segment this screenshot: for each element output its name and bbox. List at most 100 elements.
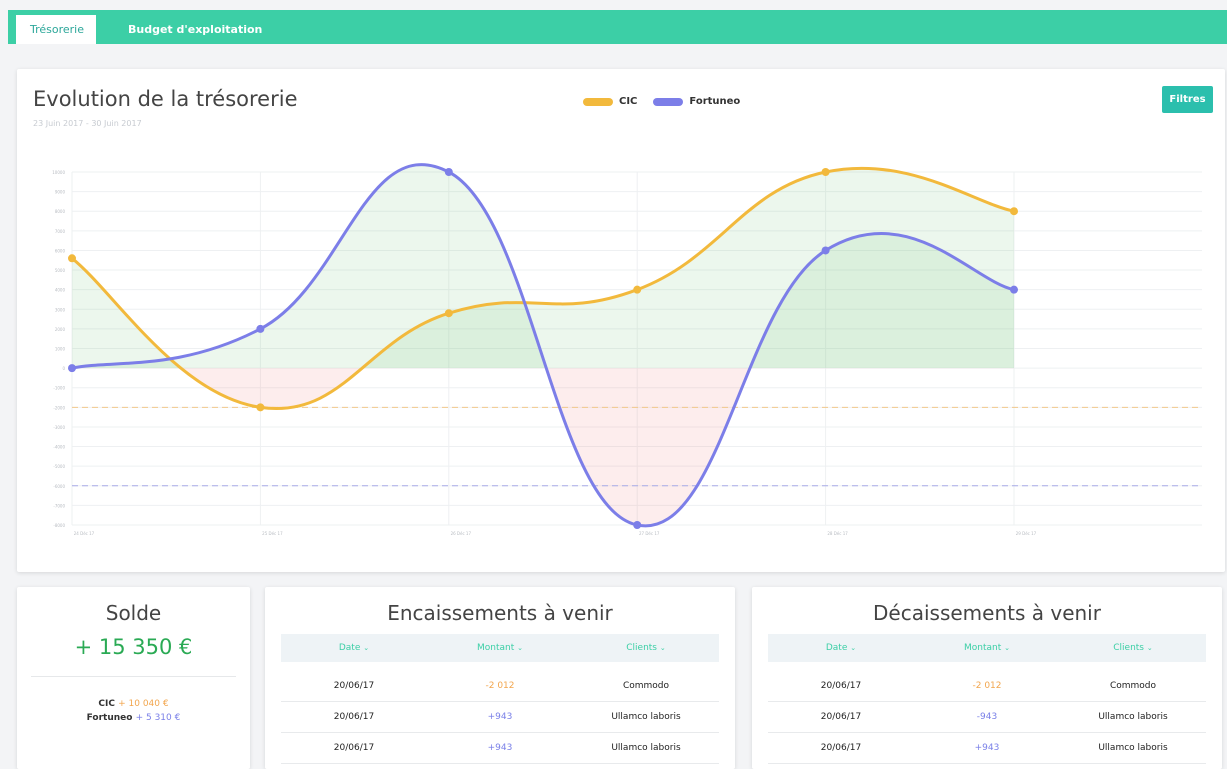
outgoing-title: Décaissements à venir [873, 601, 1101, 625]
chart-legend: CIC Fortuneo [583, 96, 756, 107]
outgoing-payments-card: Décaissements à venir Date ⌄ Montant ⌄ C… [752, 587, 1222, 769]
x-tick-label: 25 Déc 17 [262, 531, 283, 536]
data-point-cic [1010, 207, 1018, 216]
balance-fortuneo-value: + 5 310 € [135, 713, 181, 723]
data-point-fortuneo [1010, 285, 1018, 294]
balance-fortuneo-line: Fortuneo + 5 310 € [17, 713, 250, 723]
y-tick-label: -3000 [53, 425, 65, 430]
y-tick-label: -4000 [53, 445, 65, 450]
balance-total: + 15 350 € [74, 635, 193, 659]
table-row[interactable]: 20/06/17 +943 Ullamco laboris [768, 733, 1206, 764]
cell-client: Ullamco laboris [611, 743, 681, 753]
y-tick-label: -2000 [53, 405, 65, 410]
outgoing-col-clients[interactable]: Clients ⌄ [1060, 634, 1206, 662]
data-point-cic [68, 254, 76, 263]
col-label: Date [825, 643, 848, 653]
x-tick-label: 26 Déc 17 [451, 531, 472, 536]
incoming-col-clients[interactable]: Clients ⌄ [573, 634, 719, 662]
filters-button[interactable]: Filtres [1162, 86, 1213, 113]
outgoing-col-date[interactable]: Date ⌄ [768, 634, 914, 662]
table-row[interactable]: 20/06/17 +943 Ullamco laboris [281, 733, 719, 764]
y-tick-label: 0 [62, 366, 65, 371]
cell-amount: -2 012 [972, 681, 1002, 691]
data-point-fortuneo [821, 246, 830, 255]
y-tick-label: 2000 [55, 327, 66, 332]
legend-label-fortuneo: Fortuneo [689, 96, 741, 107]
data-point-cic [633, 285, 642, 294]
data-point-fortuneo [256, 324, 265, 333]
x-tick-label: 27 Déc 17 [639, 531, 660, 536]
balance-fortuneo-label: Fortuneo [86, 713, 133, 723]
cell-amount: +943 [487, 743, 513, 753]
legend-item-cic[interactable]: CIC [583, 96, 637, 107]
y-tick-label: 9000 [55, 190, 66, 195]
tab-tresorerie[interactable]: Trésorerie [16, 15, 96, 44]
sort-arrow-icon: ⌄ [363, 644, 370, 652]
cell-date: 20/06/17 [820, 712, 862, 722]
col-label: Clients [1113, 643, 1144, 653]
table-row[interactable]: 20/06/17 +943 Ullamco laboris [281, 702, 719, 733]
y-tick-label: 8000 [55, 209, 66, 214]
data-point-fortuneo [68, 364, 76, 373]
tabs-bar: Trésorerie Budget d'exploitation [8, 10, 1227, 44]
outgoing-table-header: Date ⌄ Montant ⌄ Clients ⌄ [768, 634, 1206, 662]
cell-amount: -943 [976, 712, 998, 722]
tab-budget-exploitation[interactable]: Budget d'exploitation [114, 15, 276, 44]
table-row[interactable]: 20/06/17 -2 012 Commodo [281, 671, 719, 702]
incoming-table-header: Date ⌄ Montant ⌄ Clients ⌄ [281, 634, 719, 662]
cell-date: 20/06/17 [333, 712, 375, 722]
y-tick-label: -6000 [53, 484, 65, 489]
outgoing-col-amount[interactable]: Montant ⌄ [914, 634, 1060, 662]
data-point-cic [444, 309, 453, 318]
y-tick-label: -7000 [53, 503, 65, 508]
cell-amount: +943 [974, 743, 1000, 753]
x-tick-label: 28 Déc 17 [827, 531, 848, 536]
cell-client: Ullamco laboris [1098, 712, 1168, 722]
legend-item-fortuneo[interactable]: Fortuneo [653, 96, 740, 107]
data-point-fortuneo [444, 168, 453, 176]
cell-client: Commodo [622, 681, 670, 691]
sort-arrow-icon: ⌄ [1004, 644, 1010, 652]
incoming-col-amount[interactable]: Montant ⌄ [427, 634, 573, 662]
y-tick-label: 6000 [55, 248, 66, 253]
cell-client: Ullamco laboris [611, 712, 681, 722]
cell-date: 20/06/17 [333, 743, 375, 753]
y-tick-label: 10000 [52, 170, 65, 175]
balance-cic-label: CIC [98, 699, 115, 709]
cell-client: Commodo [1109, 681, 1157, 691]
y-tick-label: 7000 [55, 229, 66, 234]
col-label: Date [338, 643, 361, 653]
cell-date: 20/06/17 [820, 743, 862, 753]
balance-card: Solde + 15 350 € CIC + 10 040 € Fortuneo… [17, 587, 250, 769]
y-tick-label: 1000 [55, 347, 66, 352]
col-label: Montant [963, 643, 1002, 653]
col-label: Montant [476, 643, 515, 653]
chart-title: Evolution de la trésorerie [33, 87, 298, 111]
y-tick-label: 4000 [55, 288, 66, 293]
y-tick-label: -1000 [53, 386, 65, 391]
y-tick-label: -8000 [53, 523, 65, 528]
treasury-chart-card: -8000 -7000 -6000 -5000 -4000 -3000 -2000 -1000… [17, 69, 1225, 572]
legend-swatch-cic [583, 97, 613, 106]
cell-amount: +943 [487, 712, 513, 722]
balance-cic-line: CIC + 10 040 € [17, 699, 250, 709]
balance-title: Solde [105, 601, 162, 625]
cell-client: Ullamco laboris [1098, 743, 1168, 753]
y-tick-label: -5000 [53, 464, 65, 469]
sort-arrow-icon: ⌄ [850, 644, 857, 652]
data-point-cic [821, 168, 830, 176]
data-point-cic [256, 403, 265, 412]
table-row[interactable]: 20/06/17 -2 012 Commodo [768, 671, 1206, 702]
cell-date: 20/06/17 [820, 681, 862, 691]
cell-date: 20/06/17 [333, 681, 375, 691]
balance-cic-value: + 10 040 € [118, 699, 169, 709]
table-row[interactable]: 20/06/17 -943 Ullamco laboris [768, 702, 1206, 733]
chart-date-range: 23 Juin 2017 - 30 Juin 2017 [33, 119, 142, 128]
balance-divider [31, 676, 236, 677]
incoming-payments-card: Encaissements à venir Date ⌄ Montant ⌄ C… [265, 587, 735, 769]
x-tick-label: 29 Déc 17 [1016, 531, 1037, 536]
y-tick-label: 3000 [55, 307, 66, 312]
sort-arrow-icon: ⌄ [517, 644, 523, 652]
incoming-col-date[interactable]: Date ⌄ [281, 634, 427, 662]
legend-label-cic: CIC [619, 96, 638, 107]
